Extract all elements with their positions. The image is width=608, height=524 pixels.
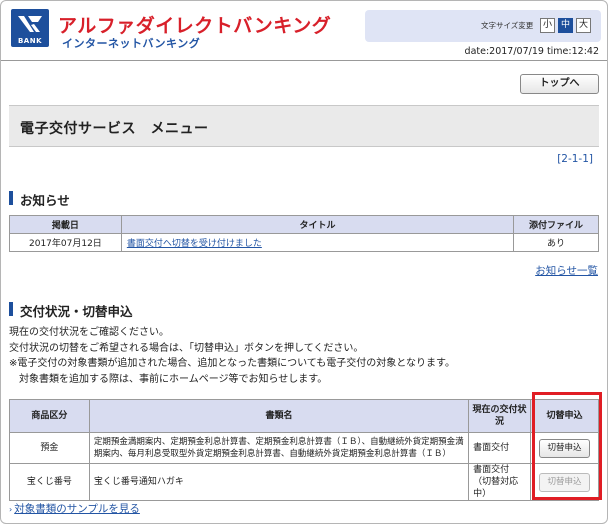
table-row: 2017年07月12日 書面交付へ切替を受け付けました あり [9, 233, 599, 252]
page-frame: BANK アルファダイレクトバンキング インターネットバンキング 文字サイズ変更… [0, 0, 608, 524]
font-size-panel: 文字サイズ変更 小 中 大 [365, 10, 601, 42]
news-list-link[interactable]: お知らせ一覧 [535, 263, 598, 278]
category-cell: 預金 [9, 432, 90, 464]
document-names: 宝くじ番号通知ハガキ [88, 463, 470, 501]
page-code: [2-1-1] [557, 153, 593, 165]
font-size-medium-button[interactable]: 中 [558, 18, 573, 33]
description-line: ※電子交付の対象書類が追加された場合、追加となった書類についても電子交付の対象と… [9, 358, 455, 369]
date-time: date:2017/07/19 time:12:42 [464, 46, 599, 57]
bank-logo[interactable]: BANK [11, 9, 49, 47]
status-table: 商品区分 書類名 現在の交付状況 切替申込 預金 定期預金満期案内、定期預金利息… [9, 399, 599, 501]
column-header: 現在の交付状況 [468, 399, 532, 433]
column-header: 商品区分 [9, 399, 90, 433]
column-header: 掲載日 [9, 215, 122, 234]
table-header-row: 掲載日 タイトル 添付ファイル [9, 215, 599, 234]
heading-bar-icon [9, 302, 13, 316]
news-title-cell: 書面交付へ切替を受け付けました [120, 233, 515, 252]
status-description: 現在の交付状況をご確認ください。 交付状況の切替をご希望される場合は、「切替申込… [9, 325, 455, 387]
category-cell: 宝くじ番号 [9, 463, 90, 501]
page-title-bar: 電子交付サービス メニュー [9, 105, 599, 147]
chevron-right-icon: › [9, 505, 13, 514]
news-attachment: あり [513, 233, 599, 252]
logo-text: BANK [17, 37, 43, 45]
table-row: 預金 定期預金満期案内、定期預金利息計算書、定期預金利息計算書（ＩＢ）、自動継続… [9, 432, 599, 464]
brand-name: アルファダイレクトバンキング [58, 15, 332, 37]
font-size-label: 文字サイズ変更 [481, 21, 534, 30]
page-title: 電子交付サービス メニュー [20, 121, 209, 137]
delivery-status: 書面交付（切替対応中） [468, 463, 532, 501]
column-header: タイトル [120, 215, 515, 234]
delivery-status: 書面交付 [468, 432, 532, 464]
sample-link[interactable]: › 対象書類のサンプルを見る [9, 501, 140, 516]
table-header-row: 商品区分 書類名 現在の交付状況 切替申込 [9, 399, 599, 433]
header: BANK アルファダイレクトバンキング インターネットバンキング 文字サイズ変更… [1, 1, 607, 61]
heading-bar-icon [9, 191, 13, 205]
highlight-box [532, 392, 602, 500]
document-names: 定期預金満期案内、定期預金利息計算書、定期預金利息計算書（ＩＢ）、自動継続外貨定… [88, 432, 470, 464]
description-line: 交付状況の切替をご希望される場合は、「切替申込」ボタンを押してください。 [9, 342, 364, 354]
column-header: 添付ファイル [513, 215, 599, 234]
top-button[interactable]: トップへ [520, 74, 599, 94]
description-line: 現在の交付状況をご確認ください。 [9, 327, 169, 338]
column-header: 書類名 [88, 399, 470, 433]
news-date: 2017年07月12日 [9, 233, 122, 252]
font-size-small-button[interactable]: 小 [540, 18, 555, 33]
table-row: 宝くじ番号 宝くじ番号通知ハガキ 書面交付（切替対応中） 切替申込 [9, 463, 599, 501]
alpha-logo-icon [18, 16, 42, 32]
news-table: 掲載日 タイトル 添付ファイル 2017年07月12日 書面交付へ切替を受け付け… [9, 215, 599, 252]
description-line: 対象書類を追加する際は、事前にホームページ等でお知らせします。 [9, 373, 328, 385]
brand-subtitle: インターネットバンキング [62, 37, 201, 50]
font-size-large-button[interactable]: 大 [576, 18, 591, 33]
news-title-link[interactable]: 書面交付へ切替を受け付けました [127, 239, 262, 249]
